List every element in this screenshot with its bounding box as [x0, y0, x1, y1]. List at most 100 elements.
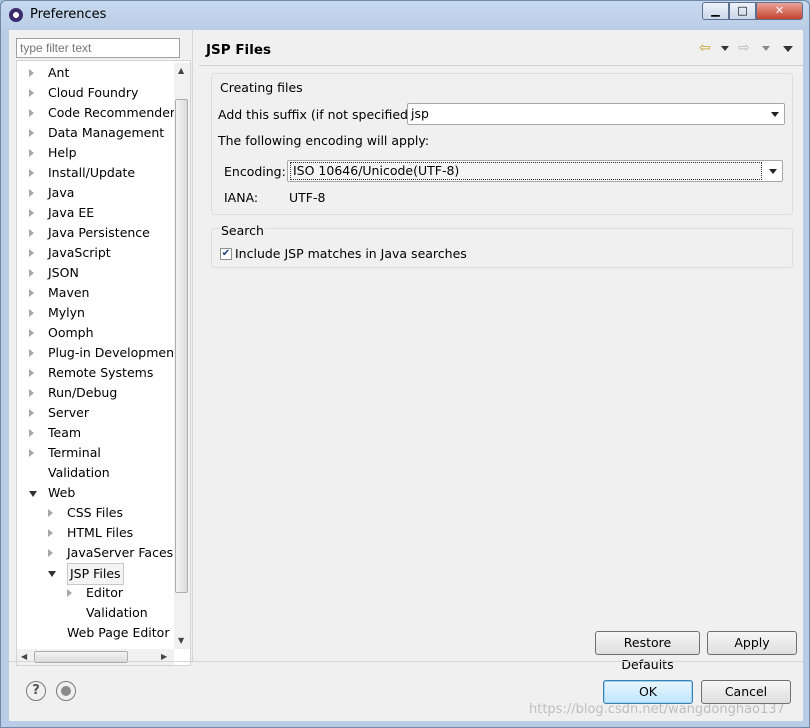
apply-button[interactable]: Apply [707, 631, 797, 655]
tree-item[interactable]: Ant [17, 63, 173, 83]
collapsed-arrow-icon[interactable] [48, 529, 53, 537]
preference-tree: Ant Cloud Foundry Code Recommenders Data Ma… [16, 60, 191, 666]
tree-item[interactable]: Team [17, 423, 173, 443]
tree-item[interactable]: Install/Update [17, 163, 173, 183]
tree-item[interactable]: Terminal [17, 443, 173, 463]
tree-item[interactable]: CSS Files [17, 503, 173, 523]
tree-item-label: Data Management [48, 125, 165, 140]
tree-item-label: Help [48, 145, 77, 160]
creating-files-label: Creating files [220, 80, 303, 95]
collapsed-arrow-icon[interactable] [29, 449, 34, 457]
collapsed-arrow-icon[interactable] [29, 89, 34, 97]
tree-item[interactable]: JSP Files [17, 563, 173, 585]
collapsed-arrow-icon[interactable] [29, 149, 34, 157]
tree-item[interactable]: Code Recommenders [17, 103, 182, 123]
tree-item[interactable]: Web [17, 483, 173, 503]
bottom-separator [9, 661, 803, 662]
tree-item[interactable]: Editor [17, 583, 173, 603]
ok-button[interactable]: OK [603, 680, 693, 704]
scroll-up-arrow-icon[interactable]: ▲ [178, 66, 184, 75]
tree-item[interactable]: JSON [17, 263, 173, 283]
tree-item[interactable]: Validation [17, 603, 173, 623]
record-icon[interactable] [56, 681, 76, 701]
sash-divider[interactable] [192, 30, 193, 661]
back-menu-chevron-icon[interactable] [721, 46, 729, 51]
iana-label: IANA: [224, 190, 259, 205]
tree-item[interactable]: HTML Files [17, 523, 173, 543]
forward-icon[interactable]: ⇨ [738, 41, 750, 55]
restore-defaults-button[interactable]: Restore Defaults [595, 631, 700, 672]
tree-item[interactable]: Cloud Foundry [17, 83, 173, 103]
tree-item[interactable]: JavaScript [17, 243, 173, 263]
encoding-value: ISO 10646/Unicode(UTF-8) [290, 162, 762, 180]
collapsed-arrow-icon[interactable] [48, 549, 53, 557]
tree-item[interactable]: Help [17, 143, 173, 163]
cancel-button[interactable]: Cancel [701, 680, 791, 704]
help-icon[interactable]: ? [26, 681, 46, 701]
encoding-label: Encoding: [224, 164, 286, 179]
tree-item[interactable]: Java EE [17, 203, 173, 223]
collapsed-arrow-icon[interactable] [29, 109, 34, 117]
tree-item[interactable]: Java [17, 183, 173, 203]
title-separator [199, 65, 803, 66]
tree-item[interactable]: JavaServer Faces T [17, 543, 185, 563]
collapsed-arrow-icon[interactable] [67, 589, 72, 597]
collapsed-arrow-icon[interactable] [29, 189, 34, 197]
tree-item[interactable]: Plug-in Development [17, 343, 179, 363]
view-menu-icon[interactable] [783, 46, 793, 52]
forward-menu-chevron-icon[interactable] [762, 46, 770, 51]
tree-item[interactable]: Oomph [17, 323, 173, 343]
page-title: JSP Files [206, 42, 272, 58]
collapsed-arrow-icon[interactable] [29, 429, 34, 437]
tree-item[interactable]: Run/Debug [17, 383, 173, 403]
title-bar[interactable]: Preferences ▁ □ ✕ [1, 1, 810, 29]
tree-item-label: HTML Files [67, 525, 134, 540]
collapsed-arrow-icon[interactable] [29, 129, 34, 137]
collapsed-arrow-icon[interactable] [29, 389, 34, 397]
filter-input[interactable] [16, 38, 180, 58]
expanded-arrow-icon[interactable] [48, 571, 56, 577]
tree-item-label: Editor [86, 585, 123, 600]
maximize-button[interactable]: □ [729, 2, 756, 20]
vertical-scroll-thumb[interactable] [175, 99, 188, 593]
collapsed-arrow-icon[interactable] [29, 209, 34, 217]
collapsed-arrow-icon[interactable] [48, 509, 53, 517]
collapsed-arrow-icon[interactable] [29, 349, 34, 357]
tree-item[interactable]: Web Page Editor [17, 623, 173, 643]
tree-item[interactable]: Remote Systems [17, 363, 173, 383]
encoding-combo[interactable]: ISO 10646/Unicode(UTF-8) [287, 160, 783, 182]
search-label: Search [220, 223, 265, 238]
minimize-button[interactable]: ▁ [702, 2, 729, 20]
expanded-arrow-icon[interactable] [29, 491, 37, 497]
collapsed-arrow-icon[interactable] [29, 289, 34, 297]
collapsed-arrow-icon[interactable] [29, 249, 34, 257]
tree-item-label: JavaServer Faces T [67, 545, 185, 560]
collapsed-arrow-icon[interactable] [29, 409, 34, 417]
tree-item[interactable]: Server [17, 403, 173, 423]
collapsed-arrow-icon[interactable] [29, 329, 34, 337]
suffix-combo[interactable]: jsp [407, 103, 785, 125]
tree-item[interactable]: Mylyn [17, 303, 173, 323]
iana-value: UTF-8 [289, 190, 326, 205]
tree-item-label: JavaScript [48, 245, 111, 260]
collapsed-arrow-icon[interactable] [29, 369, 34, 377]
collapsed-arrow-icon[interactable] [29, 69, 34, 77]
tree-item-label: Maven [48, 285, 90, 300]
tree-item[interactable]: Data Management [17, 123, 173, 143]
tree-item[interactable]: Java Persistence [17, 223, 173, 243]
tree-horizontal-scrollbar[interactable]: ◀ ▶ [17, 649, 174, 665]
scroll-down-arrow-icon[interactable]: ▼ [178, 636, 184, 645]
back-icon[interactable]: ⇦ [699, 41, 711, 55]
collapsed-arrow-icon[interactable] [29, 229, 34, 237]
collapsed-arrow-icon[interactable] [29, 169, 34, 177]
close-button[interactable]: ✕ [756, 2, 803, 20]
scroll-left-arrow-icon[interactable]: ◀ [21, 652, 27, 661]
preferences-window: Preferences ▁ □ ✕ Ant Cloud Foundry Code R… [0, 0, 810, 728]
tree-vertical-scrollbar[interactable]: ▲ ▼ [174, 63, 190, 649]
include-jsp-checkbox[interactable]: ✔ [220, 248, 232, 260]
scroll-right-arrow-icon[interactable]: ▶ [161, 652, 167, 661]
tree-item[interactable]: Maven [17, 283, 173, 303]
collapsed-arrow-icon[interactable] [29, 269, 34, 277]
collapsed-arrow-icon[interactable] [29, 309, 34, 317]
tree-item[interactable]: Validation [17, 463, 173, 483]
